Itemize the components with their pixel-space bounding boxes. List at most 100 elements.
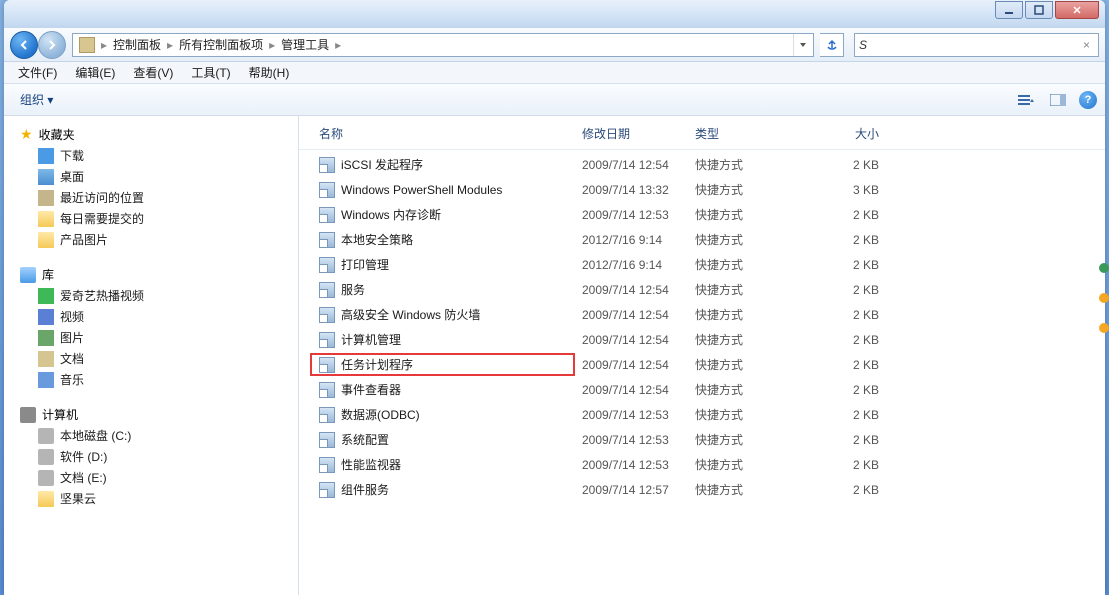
clear-search-button[interactable]: × <box>1079 38 1094 52</box>
forward-button[interactable] <box>38 31 66 59</box>
sidebar-item-disk-e[interactable]: 文档 (E:) <box>22 467 298 488</box>
sidebar-item-music[interactable]: 音乐 <box>22 369 298 390</box>
file-date-cell: 2009/7/14 12:54 <box>574 356 687 374</box>
file-row[interactable]: Windows 内存诊断2009/7/14 12:53快捷方式2 KB <box>299 202 1105 227</box>
file-type-cell: 快捷方式 <box>687 154 807 175</box>
file-row[interactable]: 本地安全策略2012/7/16 9:14快捷方式2 KB <box>299 227 1105 252</box>
back-button[interactable] <box>10 31 38 59</box>
indicator-dot[interactable] <box>1099 263 1109 273</box>
sidebar-item-recent[interactable]: 最近访问的位置 <box>22 187 298 208</box>
file-date-cell: 2012/7/16 9:14 <box>574 256 687 274</box>
window-controls <box>995 1 1099 19</box>
folder-icon <box>38 491 54 507</box>
file-type-cell: 快捷方式 <box>687 354 807 375</box>
location-icon <box>79 37 95 53</box>
minimize-button[interactable] <box>995 1 1023 19</box>
file-type-cell: 快捷方式 <box>687 229 807 250</box>
file-row[interactable]: iSCSI 发起程序2009/7/14 12:54快捷方式2 KB <box>299 152 1105 177</box>
refresh-button[interactable] <box>820 33 844 57</box>
sidebar-item-folder[interactable]: 产品图片 <box>22 229 298 250</box>
recent-icon <box>38 190 54 206</box>
shortcut-icon <box>319 382 335 398</box>
file-date-cell: 2009/7/14 12:54 <box>574 306 687 324</box>
sidebar-item-folder[interactable]: 每日需要提交的 <box>22 208 298 229</box>
navigation-sidebar: ★ 收藏夹 下载 桌面 最近访问的位置 每日需要提交的 产品图片 库 爱奇艺热播 <box>4 116 299 595</box>
search-box[interactable]: × <box>854 33 1099 57</box>
computer-label: 计算机 <box>42 406 78 423</box>
close-button[interactable] <box>1055 1 1099 19</box>
menu-file[interactable]: 文件(F) <box>10 62 65 83</box>
file-list-pane: 名称 修改日期 类型 大小 iSCSI 发起程序2009/7/14 12:54快… <box>299 116 1105 595</box>
sidebar-item-pictures[interactable]: 图片 <box>22 327 298 348</box>
chevron-right-icon: ▸ <box>101 38 107 52</box>
file-date-cell: 2009/7/14 12:53 <box>574 406 687 424</box>
file-row[interactable]: 事件查看器2009/7/14 12:54快捷方式2 KB <box>299 377 1105 402</box>
sidebar-item-disk-d[interactable]: 软件 (D:) <box>22 446 298 467</box>
file-row[interactable]: 打印管理2012/7/16 9:14快捷方式2 KB <box>299 252 1105 277</box>
file-row[interactable]: 任务计划程序2009/7/14 12:54快捷方式2 KB <box>299 352 1105 377</box>
file-row[interactable]: 高级安全 Windows 防火墙2009/7/14 12:54快捷方式2 KB <box>299 302 1105 327</box>
file-row[interactable]: Windows PowerShell Modules2009/7/14 13:3… <box>299 177 1105 202</box>
shortcut-icon <box>319 457 335 473</box>
view-mode-button[interactable] <box>1015 89 1037 111</box>
search-input[interactable] <box>859 38 1079 52</box>
sidebar-item-documents[interactable]: 文档 <box>22 348 298 369</box>
column-header-name[interactable]: 名称 <box>311 122 574 145</box>
shortcut-icon <box>319 307 335 323</box>
file-size-cell: 2 KB <box>807 231 887 249</box>
document-icon <box>38 351 54 367</box>
libraries-header[interactable]: 库 <box>4 264 298 285</box>
file-row[interactable]: 组件服务2009/7/14 12:57快捷方式2 KB <box>299 477 1105 502</box>
organize-button[interactable]: 组织 ▾ <box>12 88 61 111</box>
column-header-date[interactable]: 修改日期 <box>574 122 687 145</box>
file-row[interactable]: 性能监视器2009/7/14 12:53快捷方式2 KB <box>299 452 1105 477</box>
breadcrumb-segment[interactable]: 管理工具 <box>277 34 333 56</box>
preview-pane-button[interactable] <box>1047 89 1069 111</box>
menu-view[interactable]: 查看(V) <box>125 62 181 83</box>
file-size-cell: 2 KB <box>807 381 887 399</box>
favorites-header[interactable]: ★ 收藏夹 <box>4 124 298 145</box>
chevron-right-icon: ▸ <box>167 38 173 52</box>
column-header-type[interactable]: 类型 <box>687 122 807 145</box>
indicator-dot[interactable] <box>1099 323 1109 333</box>
file-row[interactable]: 计算机管理2009/7/14 12:54快捷方式2 KB <box>299 327 1105 352</box>
file-date-cell: 2009/7/14 12:54 <box>574 381 687 399</box>
file-type-cell: 快捷方式 <box>687 254 807 275</box>
maximize-button[interactable] <box>1025 1 1053 19</box>
menu-help[interactable]: 帮助(H) <box>241 62 298 83</box>
sidebar-item-nutstore[interactable]: 坚果云 <box>22 488 298 509</box>
computer-icon <box>20 407 36 423</box>
address-bar[interactable]: ▸ 控制面板 ▸ 所有控制面板项 ▸ 管理工具 ▸ <box>72 33 814 57</box>
file-row[interactable]: 服务2009/7/14 12:54快捷方式2 KB <box>299 277 1105 302</box>
shortcut-icon <box>319 257 335 273</box>
file-type-cell: 快捷方式 <box>687 204 807 225</box>
file-date-cell: 2009/7/14 12:54 <box>574 156 687 174</box>
file-type-cell: 快捷方式 <box>687 329 807 350</box>
computer-header[interactable]: 计算机 <box>4 404 298 425</box>
video-app-icon <box>38 288 54 304</box>
column-header-size[interactable]: 大小 <box>807 122 887 145</box>
sidebar-item-desktop[interactable]: 桌面 <box>22 166 298 187</box>
file-name-cell: 计算机管理 <box>311 329 574 350</box>
menu-tools[interactable]: 工具(T) <box>183 62 238 83</box>
navigation-bar: ▸ 控制面板 ▸ 所有控制面板项 ▸ 管理工具 ▸ × <box>4 28 1105 62</box>
breadcrumb-segment[interactable]: 控制面板 <box>109 34 165 56</box>
file-size-cell: 2 KB <box>807 331 887 349</box>
address-dropdown-button[interactable] <box>793 34 811 56</box>
help-button[interactable]: ? <box>1079 91 1097 109</box>
nav-buttons <box>10 31 66 59</box>
file-row[interactable]: 系统配置2009/7/14 12:53快捷方式2 KB <box>299 427 1105 452</box>
breadcrumb-segment[interactable]: 所有控制面板项 <box>175 34 267 56</box>
sidebar-item-downloads[interactable]: 下载 <box>22 145 298 166</box>
file-row[interactable]: 数据源(ODBC)2009/7/14 12:53快捷方式2 KB <box>299 402 1105 427</box>
file-date-cell: 2012/7/16 9:14 <box>574 231 687 249</box>
column-headers: 名称 修改日期 类型 大小 <box>299 116 1105 150</box>
sidebar-item-disk-c[interactable]: 本地磁盘 (C:) <box>22 425 298 446</box>
shortcut-icon <box>319 182 335 198</box>
sidebar-item-videos[interactable]: 视频 <box>22 306 298 327</box>
indicator-dot[interactable] <box>1099 293 1109 303</box>
file-size-cell: 2 KB <box>807 281 887 299</box>
file-name-cell: 打印管理 <box>311 254 574 275</box>
menu-edit[interactable]: 编辑(E) <box>67 62 123 83</box>
sidebar-item-iqiyi[interactable]: 爱奇艺热播视频 <box>22 285 298 306</box>
